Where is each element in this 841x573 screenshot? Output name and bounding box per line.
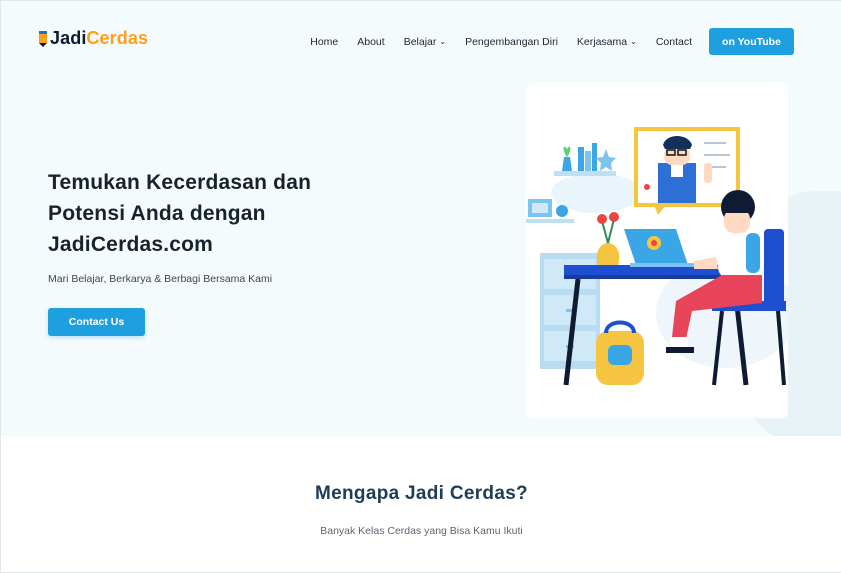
nav-item-kerjasama[interactable]: Kerjasama ⌄ xyxy=(577,36,637,48)
nav-item-belajar[interactable]: Belajar ⌄ xyxy=(404,36,446,48)
site-logo[interactable]: JadiCerdas xyxy=(39,28,148,49)
main-nav: Home About Belajar ⌄ Pengembangan Diri Ke… xyxy=(310,36,692,48)
nav-item-contact[interactable]: Contact xyxy=(656,36,692,48)
page: JadiCerdas Home About Belajar ⌄ Pengemban… xyxy=(0,0,841,573)
nav-label-belajar: Belajar xyxy=(403,36,437,48)
nav-label-pengembangan-diri: Pengembangan Diri xyxy=(465,36,558,48)
hero-title: Temukan Kecerdasan dan Potensi Anda deng… xyxy=(48,171,312,256)
chevron-down-icon: ⌄ xyxy=(630,36,637,46)
hero-subtitle: Mari Belajar, Berkarya & Berbagi Bersama… xyxy=(48,273,273,285)
nav-item-about[interactable]: About xyxy=(357,36,384,48)
logo-prefix: Jadi xyxy=(50,28,87,48)
pencil-icon xyxy=(39,30,47,47)
nav-label-kerjasama: Kerjasama xyxy=(576,36,628,48)
logo-suffix: Cerdas xyxy=(86,28,149,48)
nav-label-contact: Contact xyxy=(655,36,692,48)
youtube-button[interactable]: on YouTube xyxy=(709,28,794,55)
nav-label-about: About xyxy=(357,36,385,48)
student-online-class-illustration xyxy=(526,127,788,386)
nav-item-home[interactable]: Home xyxy=(310,36,338,48)
section-title: Mengapa Jadi Cerdas? xyxy=(315,483,528,504)
chevron-down-icon: ⌄ xyxy=(439,36,447,46)
hero-illustration xyxy=(526,83,788,418)
section-subtitle: Banyak Kelas Cerdas yang Bisa Kamu Ikuti xyxy=(320,525,523,537)
hero-section: JadiCerdas Home About Belajar ⌄ Pengemban… xyxy=(1,1,841,436)
nav-item-pengembangan-diri[interactable]: Pengembangan Diri xyxy=(465,36,558,48)
contact-us-button[interactable]: Contact Us xyxy=(48,308,145,336)
logo-wordmark: JadiCerdas xyxy=(50,28,148,49)
nav-label-home: Home xyxy=(310,36,339,48)
